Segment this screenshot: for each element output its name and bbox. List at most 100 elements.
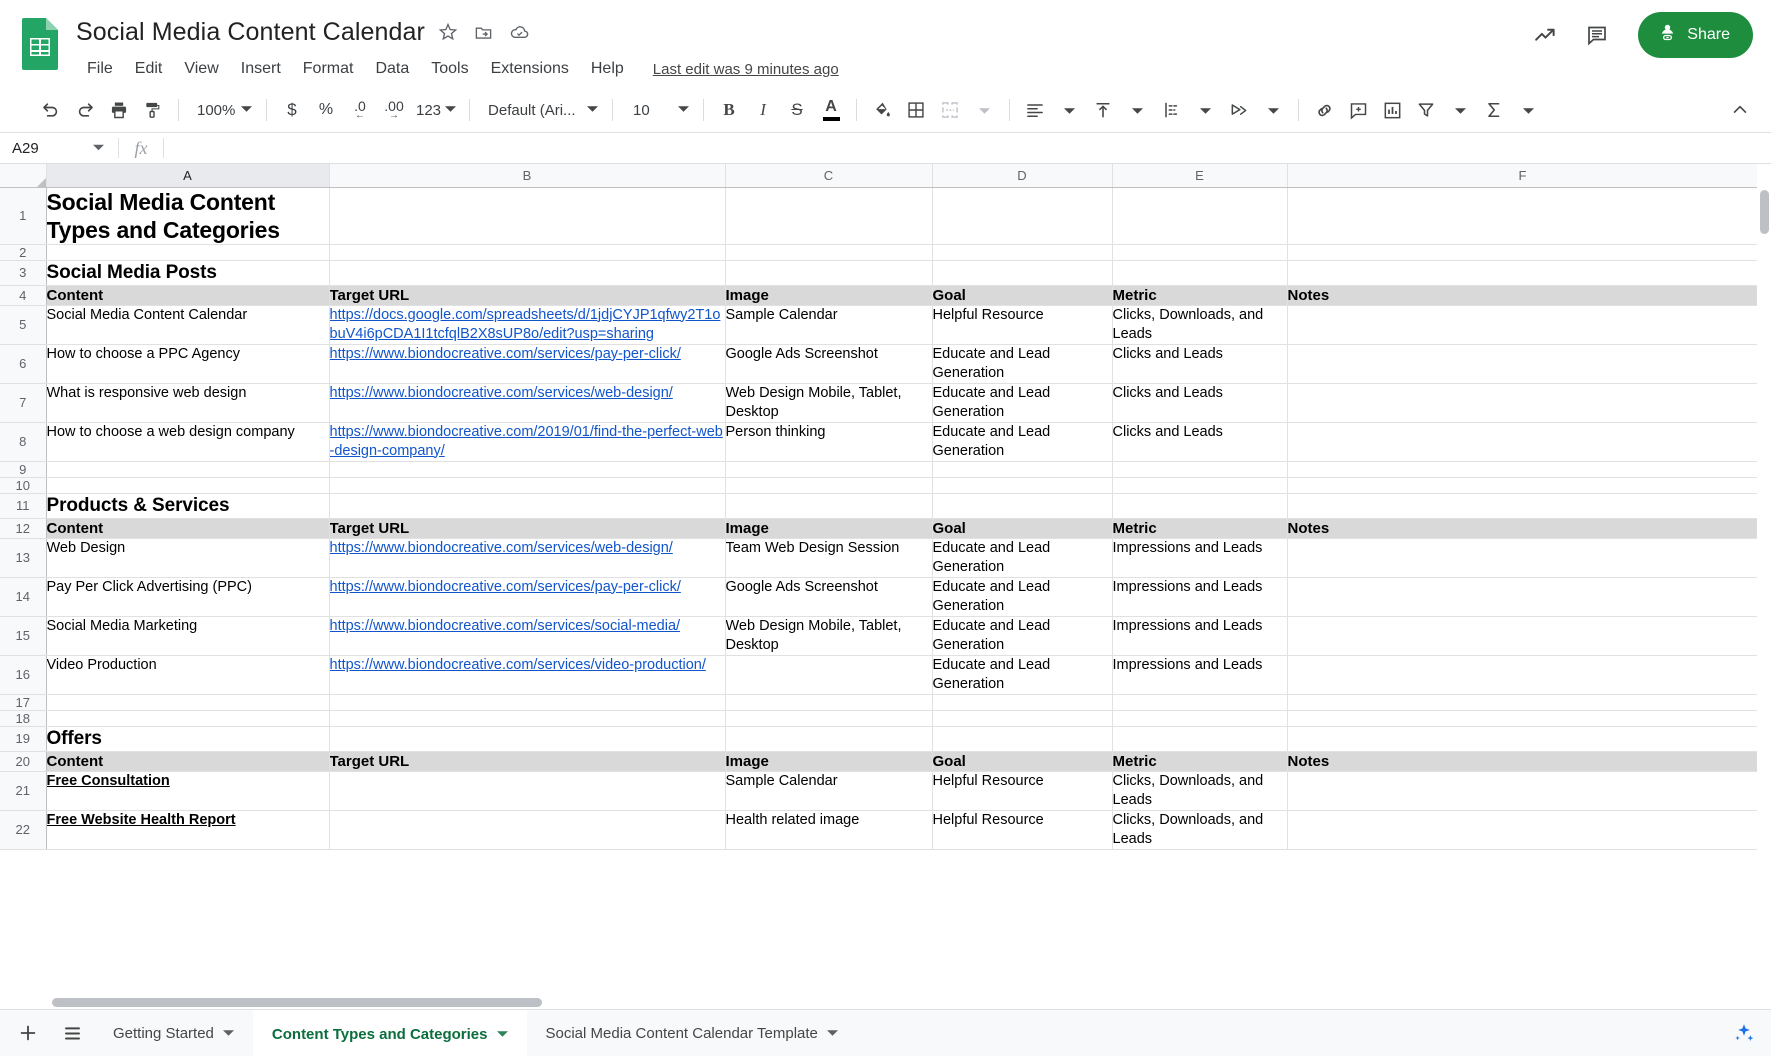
activity-trend-icon[interactable] [1522,12,1568,58]
text-rotation-dropdown[interactable] [1256,93,1290,127]
cell-C11[interactable] [725,493,933,519]
collapse-toolbar-icon[interactable] [1723,93,1757,127]
strikethrough-button[interactable]: S [780,93,814,127]
cell-F1[interactable] [1287,187,1759,245]
chevron-down-icon[interactable] [222,1025,234,1042]
menu-data[interactable]: Data [364,57,420,81]
menu-help[interactable]: Help [580,57,635,81]
cell-E7[interactable]: Clicks and Leads [1112,383,1288,423]
cell-B12[interactable]: Target URL [329,518,726,539]
cell-F5[interactable] [1287,305,1759,345]
column-header-b[interactable]: B [329,164,726,188]
cell-B14[interactable]: https://www.biondocreative.com/services/… [329,577,726,617]
cell-A5[interactable]: Social Media Content Calendar [46,305,330,345]
cell-F2[interactable] [1287,244,1759,261]
cell-D10[interactable] [932,477,1113,494]
cell-B5[interactable]: https://docs.google.com/spreadsheets/d/1… [329,305,726,345]
cell-F3[interactable] [1287,260,1759,286]
cell-E14[interactable]: Impressions and Leads [1112,577,1288,617]
cell-A8[interactable]: How to choose a web design company [46,422,330,462]
sheet-tab-2[interactable]: Content Types and Categories [252,1010,527,1056]
bold-button[interactable]: B [712,93,746,127]
chevron-down-icon[interactable] [496,1026,508,1043]
cell-D19[interactable] [932,726,1113,752]
cell-F8[interactable] [1287,422,1759,462]
chevron-down-icon[interactable] [826,1025,838,1042]
cell-A19[interactable]: Offers [46,726,330,752]
cell-F9[interactable] [1287,461,1759,478]
cell-F17[interactable] [1287,694,1759,711]
functions-dropdown[interactable] [1511,93,1545,127]
undo-icon[interactable] [34,93,68,127]
cell-A17[interactable] [46,694,330,711]
insert-chart-icon[interactable] [1375,93,1409,127]
paint-format-icon[interactable] [136,93,170,127]
row-header-22[interactable]: 22 [0,810,47,850]
column-header-d[interactable]: D [932,164,1113,188]
cell-B3[interactable] [329,260,726,286]
percent-format-button[interactable]: % [309,93,343,127]
cell-A15[interactable]: Social Media Marketing [46,616,330,656]
cell-C1[interactable] [725,187,933,245]
row-header-3[interactable]: 3 [0,260,47,286]
cell-A2[interactable] [46,244,330,261]
cell-B15[interactable]: https://www.biondocreative.com/services/… [329,616,726,656]
row-header-16[interactable]: 16 [0,655,47,695]
horizontal-align-icon[interactable] [1018,93,1052,127]
cell-F20[interactable]: Notes [1287,751,1759,772]
horizontal-scroll-thumb[interactable] [52,998,542,1007]
cell-C18[interactable] [725,710,933,727]
cell-D4[interactable]: Goal [932,285,1113,306]
cell-C6[interactable]: Google Ads Screenshot [725,344,933,384]
sheet-tab-3[interactable]: Social Media Content Calendar Template [527,1010,857,1056]
cell-E20[interactable]: Metric [1112,751,1288,772]
cell-D1[interactable] [932,187,1113,245]
cell-D21[interactable]: Helpful Resource [932,771,1113,811]
filter-dropdown[interactable] [1443,93,1477,127]
cell-B7[interactable]: https://www.biondocreative.com/services/… [329,383,726,423]
cell-F21[interactable] [1287,771,1759,811]
cell-B8[interactable]: https://www.biondocreative.com/2019/01/f… [329,422,726,462]
cell-D2[interactable] [932,244,1113,261]
cell-A12[interactable]: Content [46,518,330,539]
cell-E4[interactable]: Metric [1112,285,1288,306]
cell-E18[interactable] [1112,710,1288,727]
cell-A20[interactable]: Content [46,751,330,772]
text-rotation-icon[interactable] [1222,93,1256,127]
cell-F13[interactable] [1287,538,1759,578]
cell-D7[interactable]: Educate and Lead Generation [932,383,1113,423]
horizontal-align-dropdown[interactable] [1052,93,1086,127]
add-sheet-icon[interactable] [6,1010,50,1056]
cell-D20[interactable]: Goal [932,751,1113,772]
cell-E16[interactable]: Impressions and Leads [1112,655,1288,695]
cell-D12[interactable]: Goal [932,518,1113,539]
cell-A6[interactable]: How to choose a PPC Agency [46,344,330,384]
cell-C22[interactable]: Health related image [725,810,933,850]
cell-E13[interactable]: Impressions and Leads [1112,538,1288,578]
cell-B10[interactable] [329,477,726,494]
cell-F15[interactable] [1287,616,1759,656]
cell-C5[interactable]: Sample Calendar [725,305,933,345]
cell-B11[interactable] [329,493,726,519]
cell-F12[interactable]: Notes [1287,518,1759,539]
move-to-folder-icon[interactable] [471,19,497,45]
document-title[interactable]: Social Media Content Calendar [76,18,425,47]
cell-F4[interactable]: Notes [1287,285,1759,306]
insert-link-icon[interactable] [1307,93,1341,127]
cell-B13[interactable]: https://www.biondocreative.com/services/… [329,538,726,578]
column-header-f[interactable]: F [1287,164,1759,188]
filter-icon[interactable] [1409,93,1443,127]
cell-E12[interactable]: Metric [1112,518,1288,539]
menu-insert[interactable]: Insert [230,57,292,81]
insert-comment-icon[interactable] [1341,93,1375,127]
cell-D11[interactable] [932,493,1113,519]
vertical-scrollbar[interactable] [1757,164,1771,1009]
cell-C17[interactable] [725,694,933,711]
cell-C7[interactable]: Web Design Mobile, Tablet, Desktop [725,383,933,423]
cell-B17[interactable] [329,694,726,711]
currency-format-button[interactable]: $ [275,93,309,127]
name-box[interactable]: A29 [0,133,118,163]
row-header-7[interactable]: 7 [0,383,47,423]
row-header-5[interactable]: 5 [0,305,47,345]
vertical-align-icon[interactable] [1086,93,1120,127]
